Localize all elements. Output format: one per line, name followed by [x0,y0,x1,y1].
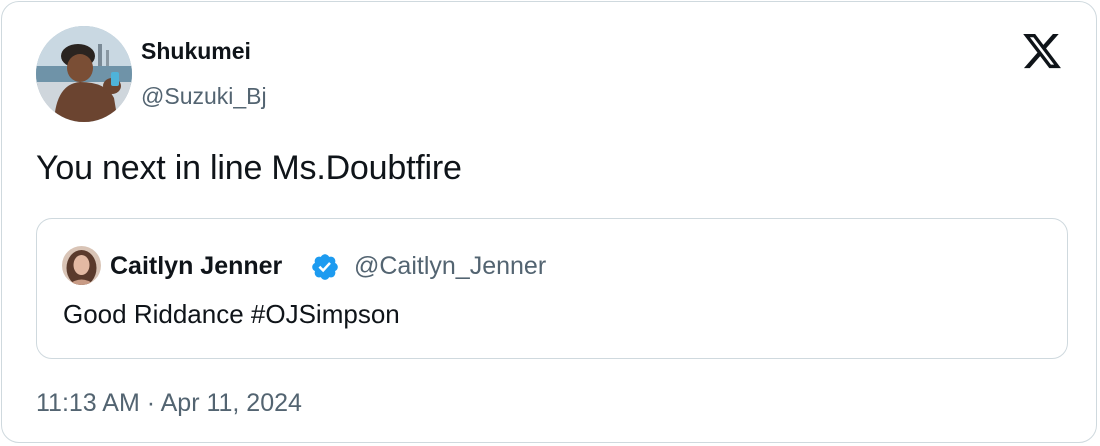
quoted-tweet-text: Good Riddance #OJSimpson [63,299,400,329]
quoted-author-handle[interactable]: @Caitlyn_Jenner [354,252,546,281]
quoted-author-avatar[interactable] [62,246,101,285]
verified-badge-icon [312,254,338,280]
x-logo-icon[interactable] [1020,30,1064,72]
quoted-author-display-name[interactable]: Caitlyn Jenner [110,252,282,281]
author-avatar[interactable] [36,26,132,122]
author-display-name[interactable]: Shukumei [141,38,251,65]
tweet-card: Shukumei @Suzuki_Bj You next in line Ms.… [1,1,1097,443]
tweet-text: You next in line Ms.Doubtfire [36,149,462,187]
tweet-timestamp[interactable]: 11:13 AM · Apr 11, 2024 [36,389,302,418]
quoted-tweet[interactable]: Caitlyn Jenner @Caitlyn_Jenner Good Ridd… [36,218,1068,359]
author-handle[interactable]: @Suzuki_Bj [141,83,267,110]
